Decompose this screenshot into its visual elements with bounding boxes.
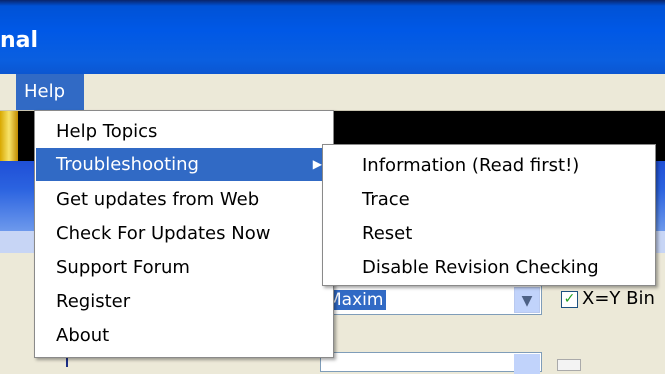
menu-item-label: Troubleshooting: [56, 154, 199, 175]
menu-item-label: Get updates from Web: [56, 189, 260, 210]
menu-bar: Help: [0, 74, 665, 111]
menu-item-about[interactable]: About: [36, 319, 332, 352]
chip-select-combo[interactable]: Maxim ▼: [320, 285, 542, 315]
submenu-item-trace[interactable]: Trace: [324, 183, 654, 216]
menu-item-register[interactable]: Register: [36, 285, 332, 318]
xy-bin-checkbox[interactable]: ✓: [561, 291, 578, 308]
submenu-item-label: Disable Revision Checking: [362, 257, 599, 278]
checkmark-icon: ✓: [563, 291, 576, 307]
menu-help[interactable]: Help: [16, 74, 84, 110]
menu-item-check-updates[interactable]: Check For Updates Now: [36, 217, 332, 250]
troubleshooting-submenu: Information (Read first!) Trace Reset Di…: [322, 144, 656, 286]
menu-item-label: Help Topics: [56, 121, 158, 142]
xy-bin-label: X=Y Bin: [582, 288, 655, 309]
triangle-right-icon: ▶: [312, 157, 322, 171]
logo-fragment: [0, 111, 18, 161]
help-menu-dropdown: Help Topics Troubleshooting ▶ Get update…: [34, 110, 334, 358]
secondary-combo[interactable]: [320, 352, 542, 374]
window-title-bar: nal: [0, 0, 665, 74]
submenu-item-label: Trace: [362, 189, 410, 210]
submenu-item-label: Information (Read first!): [362, 155, 580, 176]
window-title: nal: [0, 28, 39, 53]
menu-item-label: Support Forum: [56, 257, 190, 278]
submenu-item-information[interactable]: Information (Read first!): [324, 149, 654, 182]
submenu-item-label: Reset: [362, 223, 413, 244]
menu-item-troubleshooting[interactable]: Troubleshooting ▶: [36, 148, 332, 181]
submenu-item-reset[interactable]: Reset: [324, 217, 654, 250]
menu-item-label: Register: [56, 291, 131, 312]
small-checkbox[interactable]: [557, 359, 581, 371]
menu-item-label: Check For Updates Now: [56, 223, 271, 244]
menu-item-help-topics[interactable]: Help Topics: [36, 115, 332, 148]
menu-item-support-forum[interactable]: Support Forum: [36, 251, 332, 284]
chevron-down-icon[interactable]: [514, 354, 540, 374]
menu-item-get-updates[interactable]: Get updates from Web: [36, 183, 332, 216]
chevron-down-icon[interactable]: ▼: [514, 287, 540, 313]
submenu-item-disable-revision-checking[interactable]: Disable Revision Checking: [324, 251, 654, 284]
menu-item-label: About: [56, 325, 110, 346]
